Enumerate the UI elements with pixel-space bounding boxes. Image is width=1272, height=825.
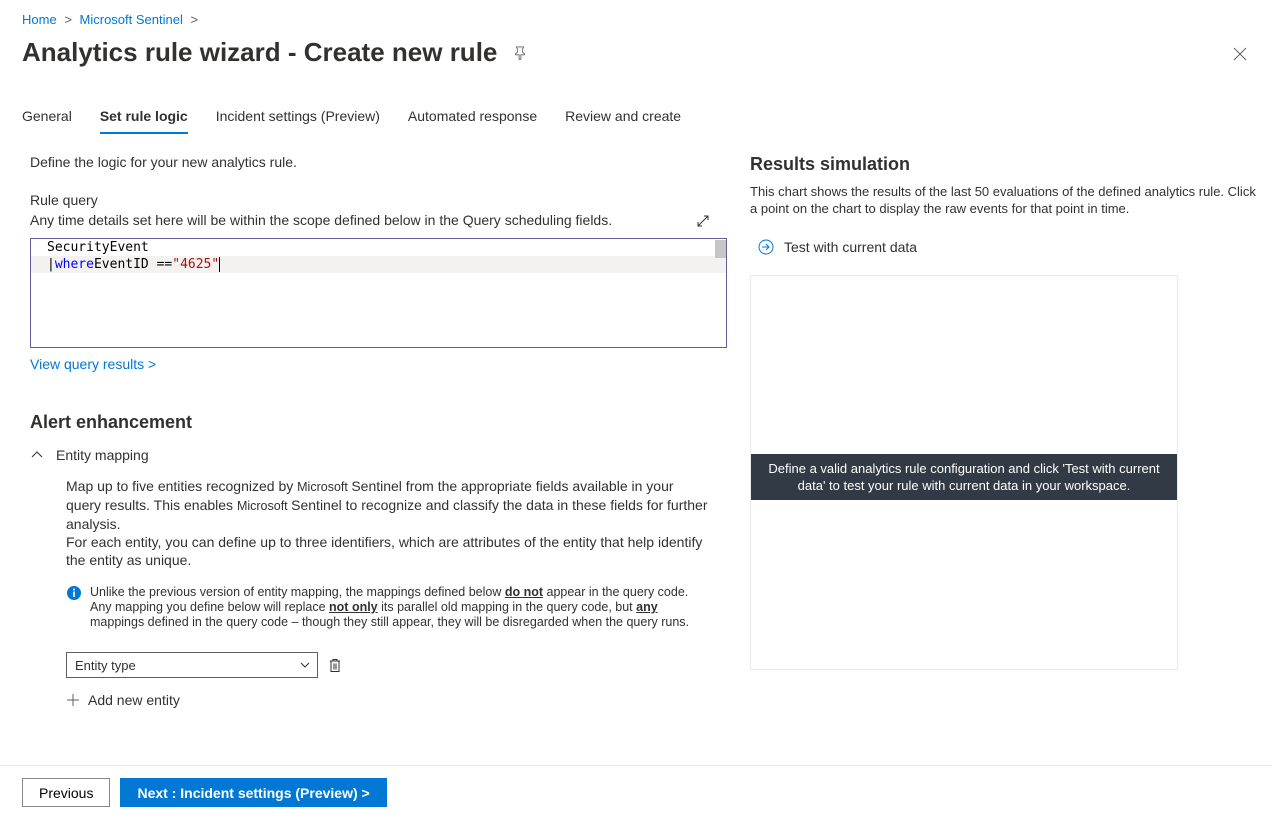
entity-mapping-label: Entity mapping bbox=[56, 447, 149, 463]
arrow-circle-icon bbox=[758, 239, 774, 255]
chevron-down-icon bbox=[299, 659, 311, 671]
tab-review-create[interactable]: Review and create bbox=[565, 100, 681, 134]
tab-incident-settings[interactable]: Incident settings (Preview) bbox=[216, 100, 380, 134]
results-sim-desc: This chart shows the results of the last… bbox=[750, 183, 1260, 217]
trash-icon[interactable] bbox=[328, 658, 342, 673]
view-query-results-link[interactable]: View query results > bbox=[30, 356, 156, 372]
rule-query-help: Any time details set here will be within… bbox=[30, 212, 710, 228]
plus-icon bbox=[66, 693, 80, 707]
previous-button[interactable]: Previous bbox=[22, 778, 110, 807]
breadcrumb: Home > Microsoft Sentinel > bbox=[0, 0, 1272, 35]
test-btn-label: Test with current data bbox=[784, 239, 917, 255]
results-chart-panel: Define a valid analytics rule configurat… bbox=[750, 275, 1178, 670]
expand-icon[interactable] bbox=[696, 214, 710, 228]
content: Define the logic for your new analytics … bbox=[0, 134, 1272, 779]
breadcrumb-sep: > bbox=[64, 12, 72, 27]
breadcrumb-sentinel[interactable]: Microsoft Sentinel bbox=[80, 12, 183, 27]
intro-text: Define the logic for your new analytics … bbox=[30, 154, 710, 170]
left-column: Define the logic for your new analytics … bbox=[30, 154, 740, 779]
tab-automated-response[interactable]: Automated response bbox=[408, 100, 537, 134]
footer: Previous Next : Incident settings (Previ… bbox=[0, 765, 1272, 825]
breadcrumb-home[interactable]: Home bbox=[22, 12, 57, 27]
pin-icon[interactable] bbox=[513, 46, 527, 60]
tab-general[interactable]: General bbox=[22, 100, 72, 134]
close-icon[interactable] bbox=[1228, 42, 1252, 66]
add-entity-button[interactable]: Add new entity bbox=[66, 692, 710, 708]
entity-type-row: Entity type bbox=[66, 652, 710, 678]
entity-type-select[interactable]: Entity type bbox=[66, 652, 318, 678]
query-editor-wrap: SecurityEvent | where EventID == "4625" bbox=[30, 238, 710, 348]
results-chart-overlay: Define a valid analytics rule configurat… bbox=[751, 454, 1177, 500]
code-l2-str: "4625" bbox=[172, 256, 219, 273]
tabs: General Set rule logic Incident settings… bbox=[0, 78, 1272, 134]
alert-enhancement-heading: Alert enhancement bbox=[30, 412, 710, 433]
chevron-up-icon bbox=[30, 448, 44, 462]
results-sim-title: Results simulation bbox=[750, 154, 1260, 175]
text-cursor bbox=[219, 257, 220, 272]
tab-set-rule-logic[interactable]: Set rule logic bbox=[100, 100, 188, 134]
info-icon bbox=[66, 585, 84, 630]
next-button[interactable]: Next : Incident settings (Preview) > bbox=[120, 778, 386, 807]
test-with-current-data-button[interactable]: Test with current data bbox=[758, 239, 1260, 255]
title-row: Analytics rule wizard - Create new rule bbox=[0, 35, 1272, 78]
rule-query-label: Rule query bbox=[30, 192, 710, 208]
query-code-editor[interactable]: SecurityEvent | where EventID == "4625" bbox=[30, 238, 727, 348]
entity-mapping-info: Unlike the previous version of entity ma… bbox=[66, 585, 710, 630]
add-entity-label: Add new entity bbox=[88, 692, 180, 708]
code-l2-mid: EventID == bbox=[94, 256, 172, 273]
entity-type-placeholder: Entity type bbox=[75, 658, 136, 673]
code-l2-kw: where bbox=[55, 256, 94, 273]
entity-mapping-desc: Map up to five entities recognized by Mi… bbox=[66, 477, 710, 569]
breadcrumb-sep: > bbox=[190, 12, 198, 27]
editor-scrollbar[interactable] bbox=[714, 239, 726, 347]
right-column: Results simulation This chart shows the … bbox=[740, 154, 1260, 779]
code-l2-pipe: | bbox=[47, 256, 55, 273]
page-title: Analytics rule wizard - Create new rule bbox=[22, 37, 497, 68]
entity-mapping-toggle[interactable]: Entity mapping bbox=[30, 447, 710, 463]
code-l1: SecurityEvent bbox=[47, 239, 149, 256]
